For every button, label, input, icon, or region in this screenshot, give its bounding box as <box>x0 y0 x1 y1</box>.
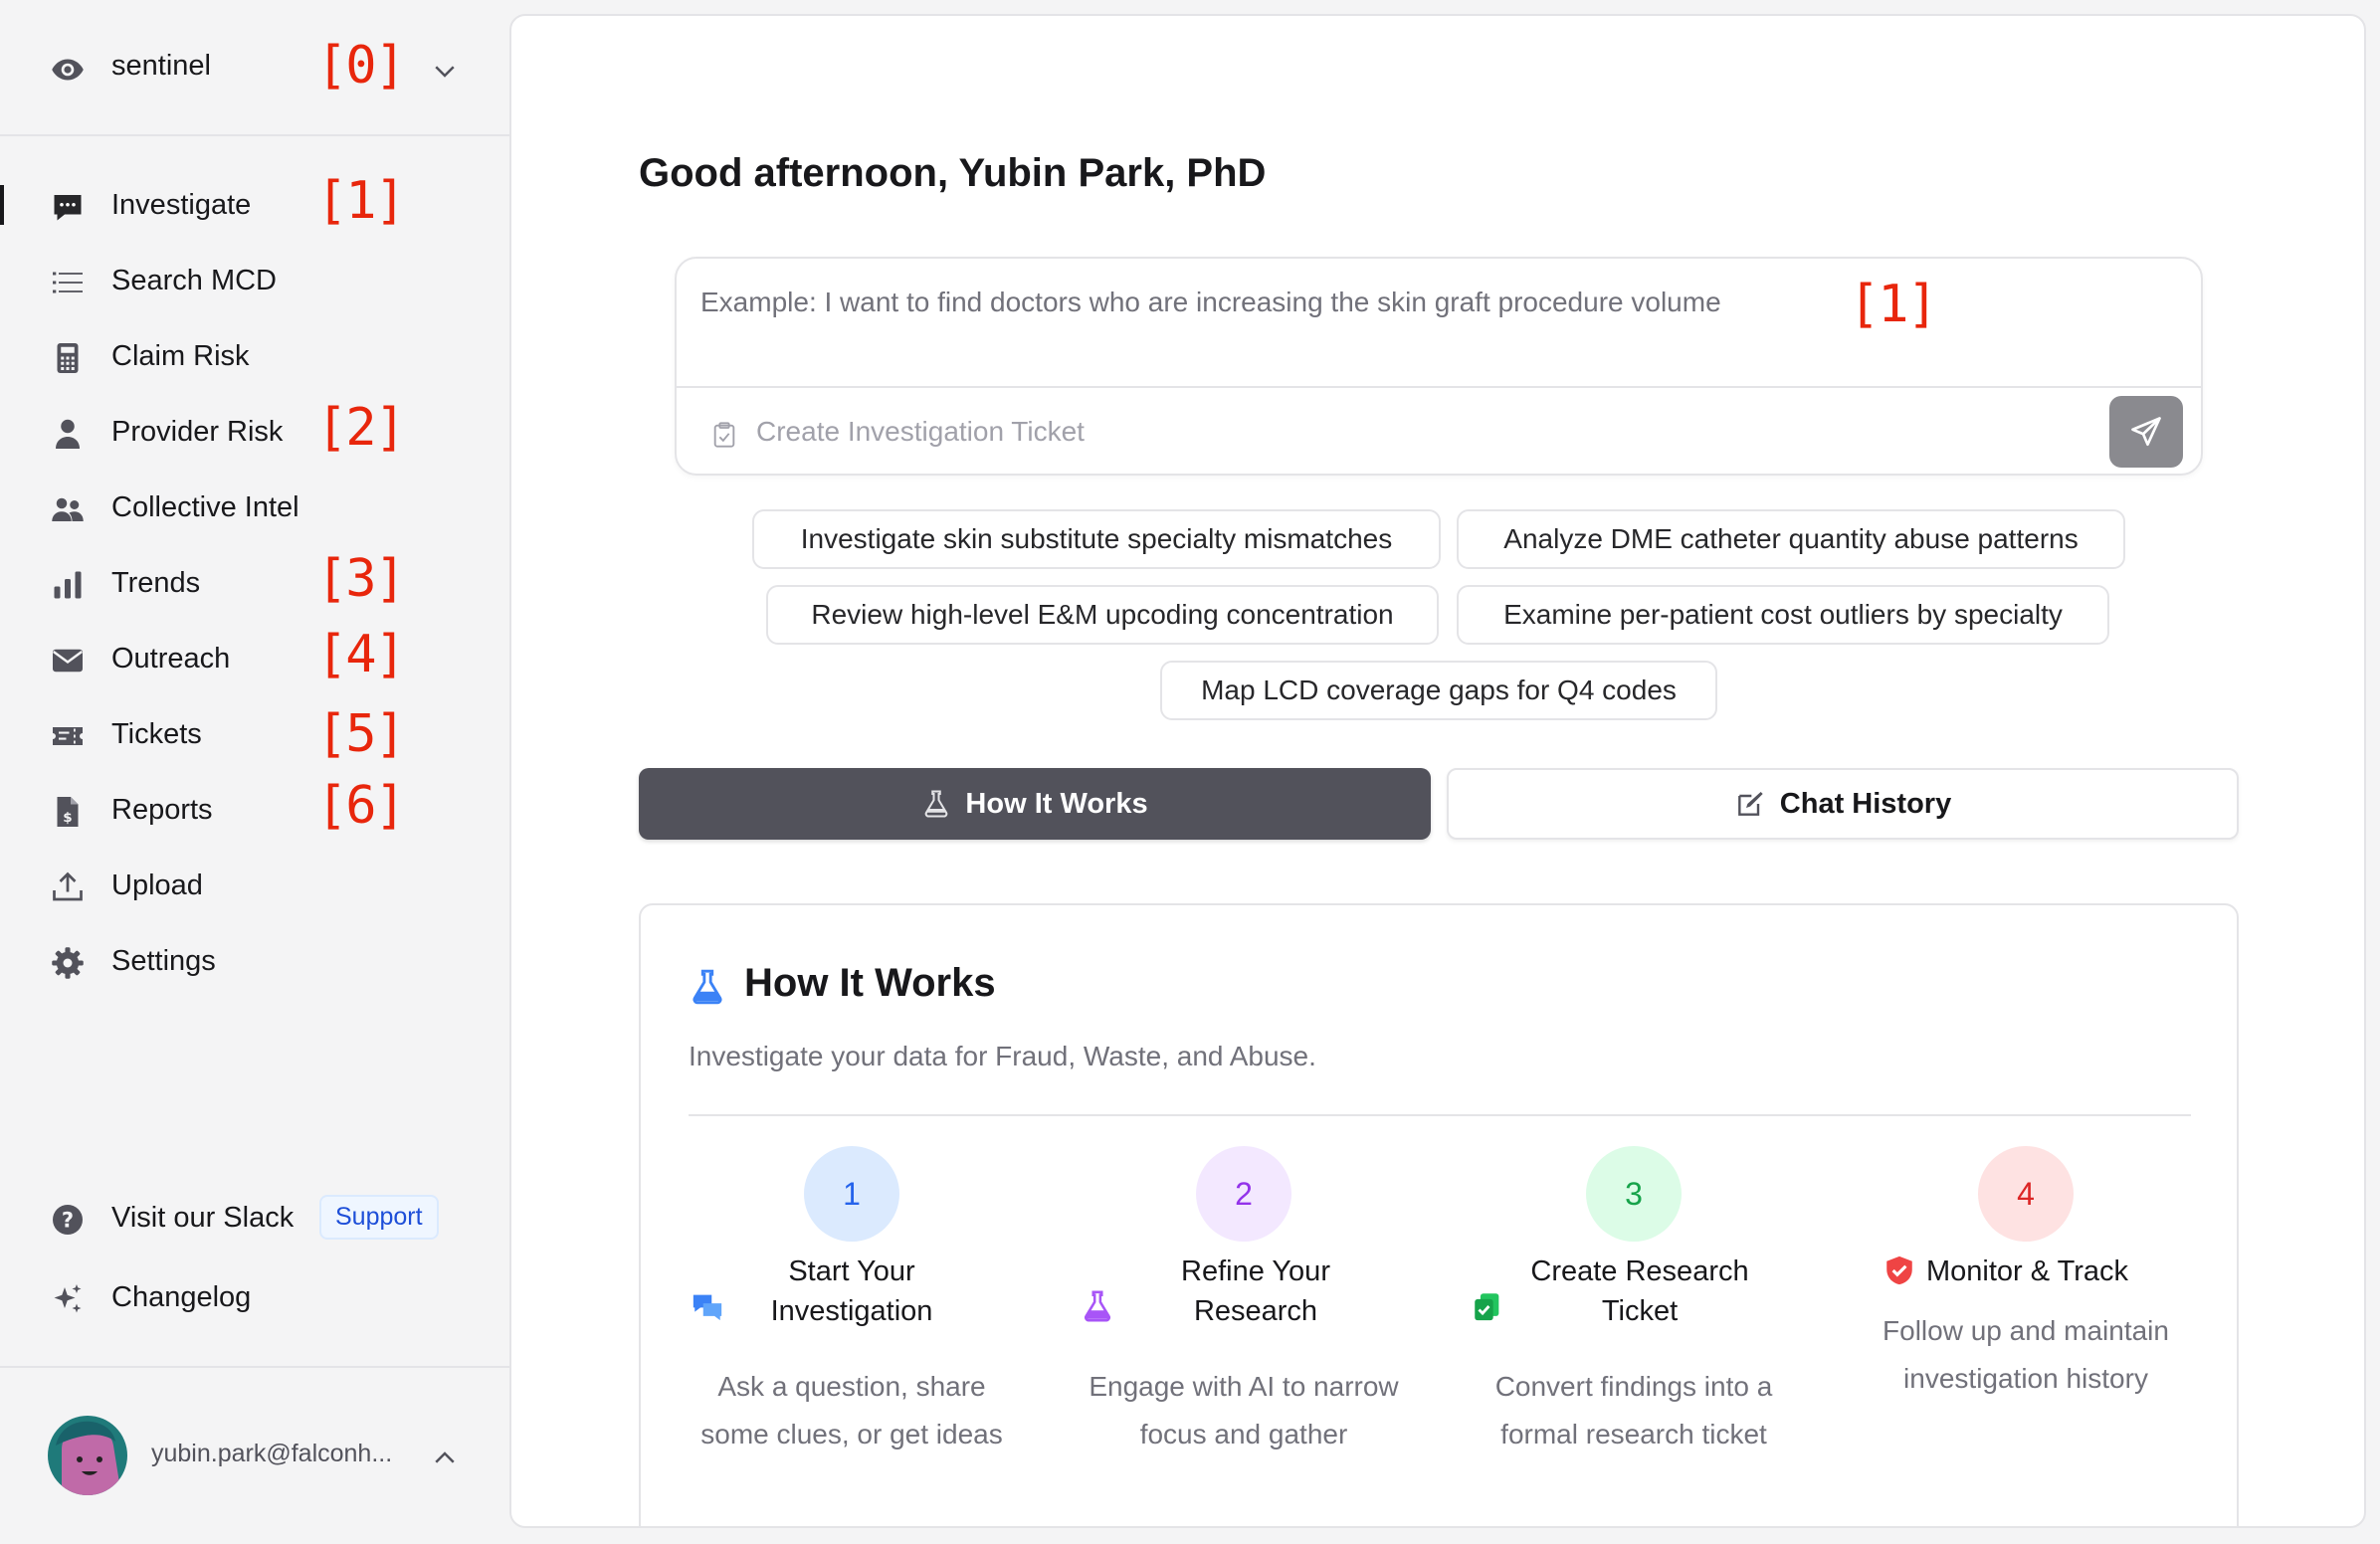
create-ticket-toggle[interactable]: Create Investigation Ticket <box>756 416 1085 448</box>
suggestion-chip[interactable]: Examine per-patient cost outliers by spe… <box>1457 585 2109 645</box>
sidebar-item-label: Claim Risk <box>111 340 250 372</box>
support-badge[interactable]: Support <box>319 1195 439 1240</box>
chevron-up-icon <box>435 1451 455 1463</box>
step-description: Ask a question, share some clues, or get… <box>700 1371 1003 1449</box>
flask-icon <box>925 790 948 818</box>
annotation-marker: [6] <box>316 776 406 836</box>
query-composer: Example: I want to find doctors who are … <box>675 257 2203 476</box>
divider <box>689 1114 2191 1116</box>
chat-bubbles-icon <box>693 1294 722 1321</box>
workspace-name: sentinel <box>111 50 211 82</box>
changelog-label: Changelog <box>111 1281 252 1313</box>
user-email: yubin.park@falconh... <box>151 1440 393 1467</box>
main-panel: Good afternoon, Yubin Park, PhD Example:… <box>509 14 2366 1528</box>
how-it-works-card: How It Works Investigate your data for F… <box>639 903 2239 1526</box>
sidebar: sentinel [0] Investigate [1] Search MCD … <box>0 0 509 1544</box>
calculator-icon <box>57 343 79 373</box>
step-title: Create Research Ticket <box>1530 1255 1749 1327</box>
annotation-marker: [1] <box>316 171 406 231</box>
step-description: Convert findings into a formal research … <box>1494 1371 1773 1449</box>
sidebar-item-label: Outreach <box>111 643 231 675</box>
shield-check-icon <box>1886 1255 1912 1285</box>
file-invoice-icon: $ <box>57 797 79 827</box>
clipboard-icon <box>713 422 735 448</box>
step-title: Monitor & Track <box>1926 1255 2129 1287</box>
envelope-icon <box>53 649 83 673</box>
divider <box>677 386 2201 388</box>
question-circle-icon: ? <box>53 1205 83 1235</box>
sidebar-item-settings[interactable]: Settings <box>0 929 509 993</box>
annotation-marker: [4] <box>316 625 406 684</box>
sidebar-item-provider-risk[interactable]: Provider Risk [2] <box>0 398 509 464</box>
step-description: Follow up and maintain investigation his… <box>1883 1315 2169 1394</box>
section-subtitle: Investigate your data for Fraud, Waste, … <box>689 1041 1316 1071</box>
send-icon <box>2131 417 2161 447</box>
sidebar-item-label: Collective Intel <box>111 491 299 523</box>
ticket-icon <box>53 727 83 745</box>
sidebar-item-label: Provider Risk <box>111 416 284 448</box>
sidebar-item-investigate[interactable]: Investigate [1] <box>0 171 509 237</box>
upload-icon <box>53 871 83 901</box>
suggestion-chip[interactable]: Investigate skin substitute specialty mi… <box>752 509 1441 569</box>
step-description: Engage with AI to narrow focus and gathe… <box>1089 1371 1399 1449</box>
suggestion-chip[interactable]: Review high-level E&M upcoding concentra… <box>766 585 1439 645</box>
step-title: Start Your Investigation <box>770 1255 933 1327</box>
annotation-marker-0: [0] <box>316 36 406 96</box>
avatar <box>48 1416 127 1495</box>
suggestion-chip[interactable]: Analyze DME catheter quantity abuse patt… <box>1457 509 2125 569</box>
step-number: 1 <box>804 1146 899 1242</box>
sidebar-item-label: Search MCD <box>111 265 277 296</box>
list-icon <box>53 272 83 293</box>
users-icon <box>52 497 84 521</box>
sidebar-item-label: Upload <box>111 869 203 901</box>
sidebar-item-label: Tickets <box>111 718 202 750</box>
sparkles-icon <box>54 1284 82 1313</box>
flask-icon <box>1085 1290 1110 1322</box>
sidebar-item-search-mcd[interactable]: Search MCD <box>0 249 509 312</box>
eye-icon <box>52 59 84 81</box>
clipboard-check-icon <box>1475 1293 1499 1321</box>
chevron-down-icon <box>435 66 455 78</box>
sidebar-item-upload[interactable]: Upload <box>0 854 509 917</box>
step-number: 2 <box>1196 1146 1291 1242</box>
step-number: 3 <box>1586 1146 1682 1242</box>
tab-chat-history[interactable]: Chat History <box>1447 768 2239 840</box>
step-number: 4 <box>1978 1146 2074 1242</box>
flask-icon <box>693 969 722 1005</box>
sidebar-item-claim-risk[interactable]: Claim Risk <box>0 324 509 388</box>
query-input[interactable]: Example: I want to find doctors who are … <box>700 287 1721 318</box>
bar-chart-icon <box>54 571 82 599</box>
user-menu[interactable]: yubin.park@falconh... <box>0 1368 509 1544</box>
user-icon <box>56 419 80 449</box>
chat-bubble-icon <box>54 195 82 221</box>
svg-text:?: ? <box>62 1209 74 1233</box>
suggestion-chip[interactable]: Map LCD coverage gaps for Q4 codes <box>1160 661 1717 720</box>
annotation-marker: [2] <box>316 398 406 458</box>
sidebar-item-tickets[interactable]: Tickets [5] <box>0 702 509 766</box>
sidebar-item-trends[interactable]: Trends [3] <box>0 549 509 615</box>
tab-label: Chat History <box>1779 787 1952 820</box>
annotation-marker: [5] <box>316 704 406 764</box>
sidebar-item-label: Settings <box>111 945 216 977</box>
sidebar-item-label: Trends <box>111 567 201 599</box>
slack-label: Visit our Slack <box>111 1202 295 1234</box>
changelog-link[interactable]: Changelog <box>0 1265 509 1329</box>
annotation-marker: [1] <box>1849 275 1938 334</box>
send-button[interactable] <box>2109 396 2183 468</box>
tab-label: How It Works <box>965 787 1148 820</box>
edit-icon <box>1737 792 1763 816</box>
annotation-marker: [3] <box>316 549 406 609</box>
section-title: How It Works <box>744 961 996 1005</box>
svg-text:$: $ <box>63 810 72 826</box>
step-title: Refine Your Research <box>1181 1255 1330 1327</box>
workspace-switcher[interactable]: sentinel [0] <box>0 0 509 136</box>
sidebar-item-label: Investigate <box>111 189 252 221</box>
sidebar-item-reports[interactable]: $ Reports [6] <box>0 776 509 842</box>
sidebar-item-label: Reports <box>111 794 213 826</box>
sidebar-item-outreach[interactable]: Outreach [4] <box>0 625 509 690</box>
page-title: Good afternoon, Yubin Park, PhD <box>639 151 1267 195</box>
tab-how-it-works[interactable]: How It Works <box>639 768 1431 840</box>
gear-icon <box>52 947 84 979</box>
sidebar-item-collective-intel[interactable]: Collective Intel <box>0 476 509 539</box>
